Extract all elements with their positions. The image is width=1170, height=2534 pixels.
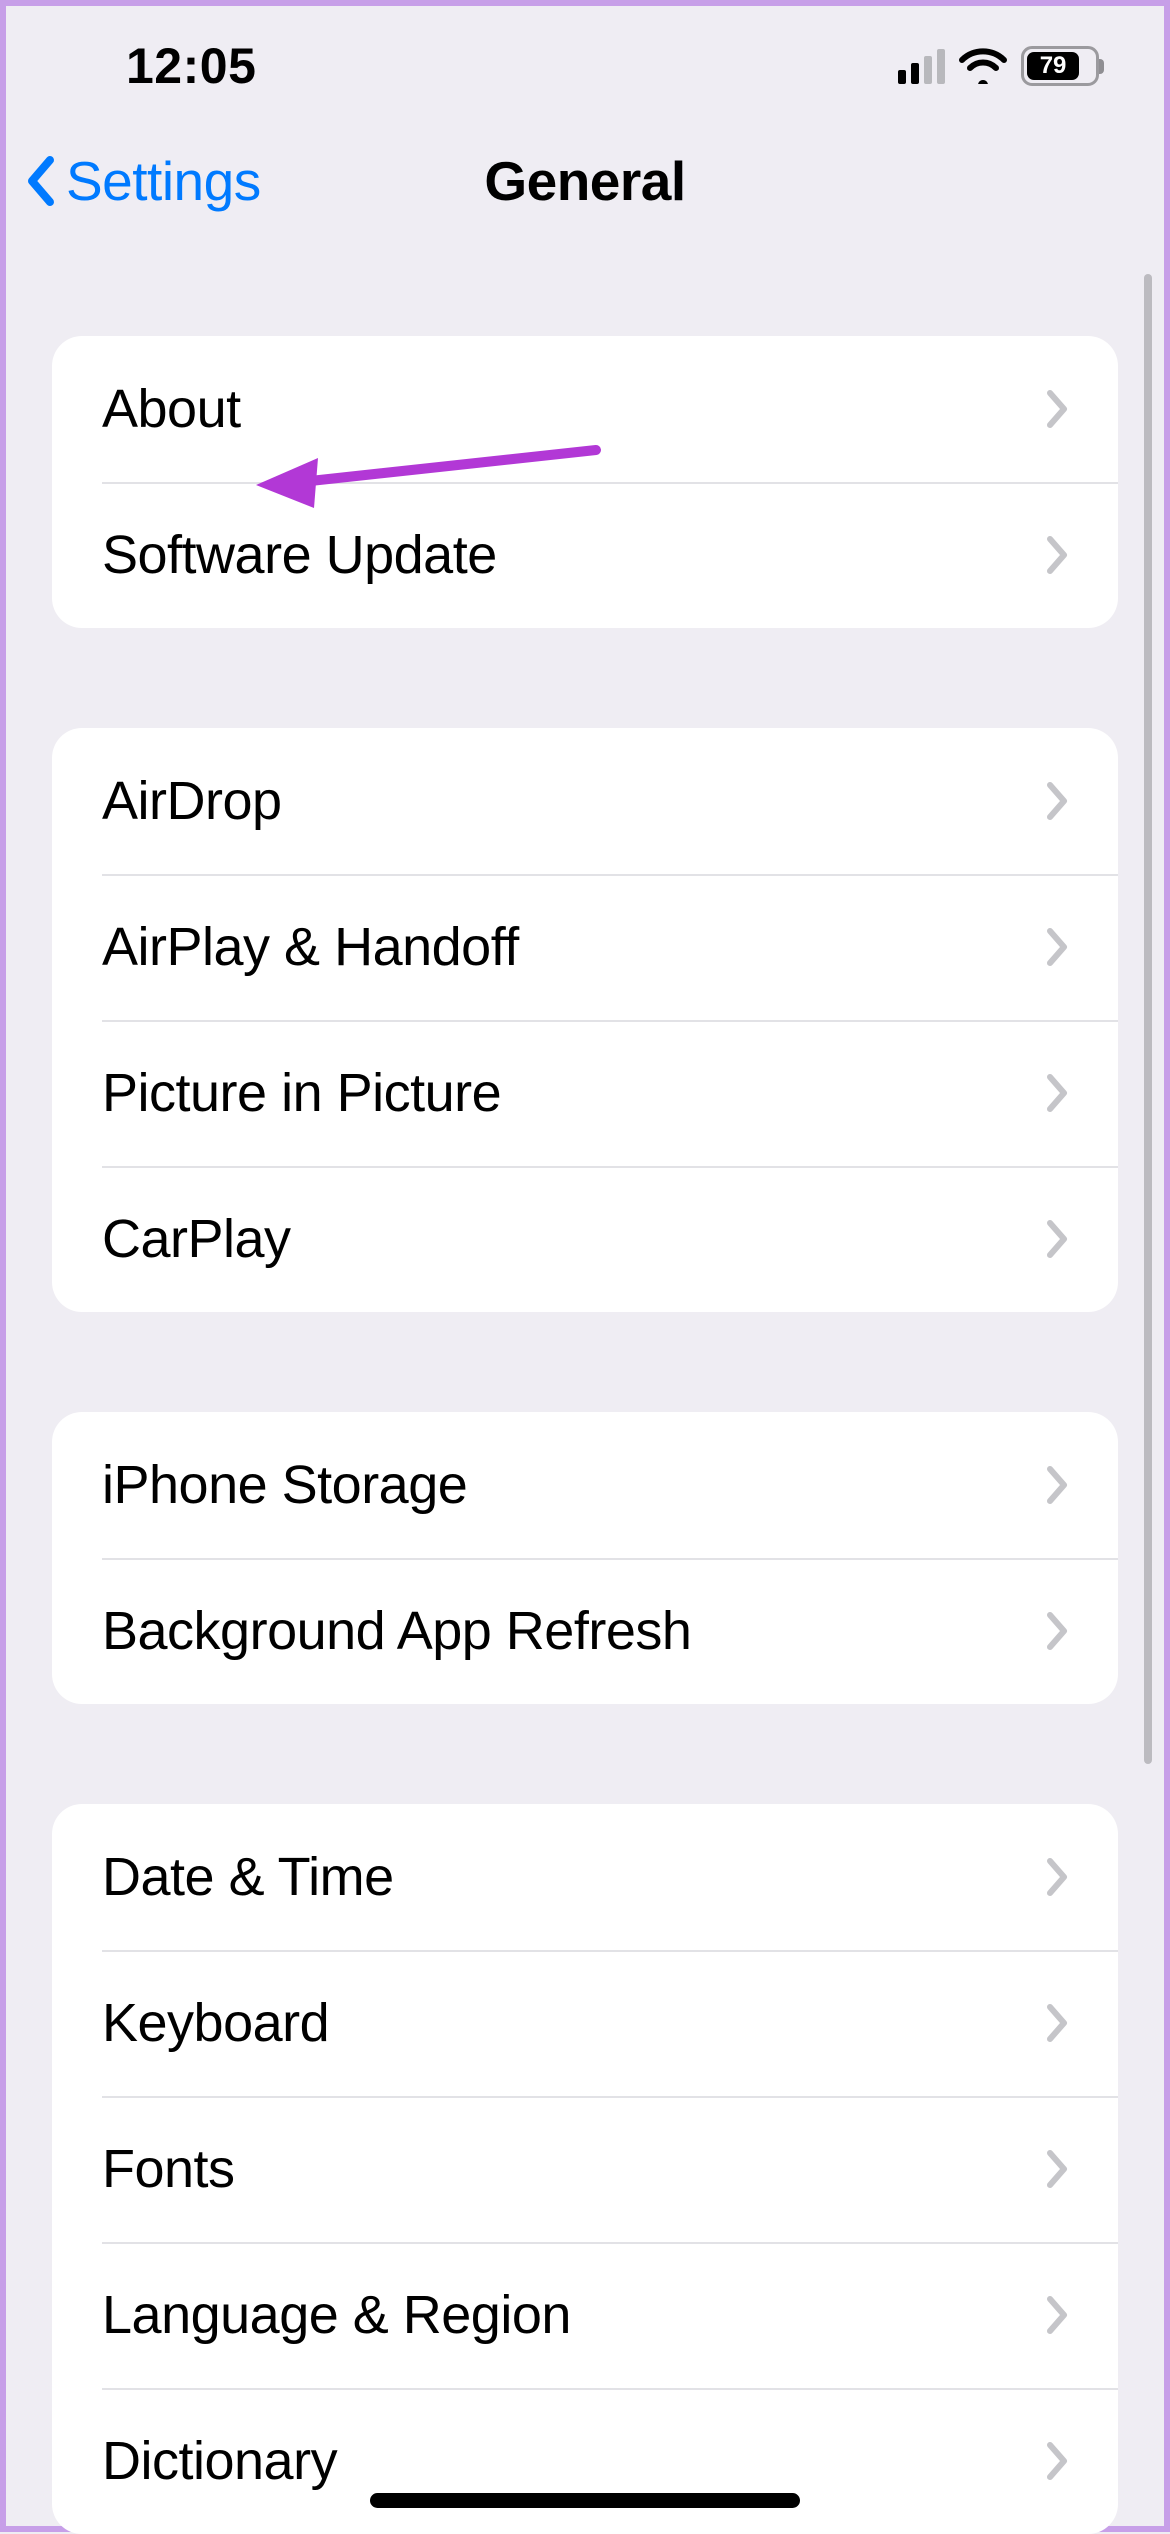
row-label: Software Update: [102, 524, 1046, 586]
cellular-signal-icon: [898, 49, 945, 84]
row-label: iPhone Storage: [102, 1454, 1046, 1516]
chevron-right-icon: [1046, 1073, 1070, 1113]
settings-group: Date & Time Keyboard Fonts Language & Re…: [52, 1804, 1118, 2534]
chevron-right-icon: [1046, 389, 1070, 429]
row-label: Keyboard: [102, 1992, 1046, 2054]
row-label: Fonts: [102, 2138, 1046, 2200]
chevron-right-icon: [1046, 2441, 1070, 2481]
status-bar: 12:05 79: [6, 6, 1164, 126]
row-keyboard[interactable]: Keyboard: [52, 1950, 1118, 2096]
row-label: AirPlay & Handoff: [102, 916, 1046, 978]
chevron-right-icon: [1046, 535, 1070, 575]
row-airplay-handoff[interactable]: AirPlay & Handoff: [52, 874, 1118, 1020]
chevron-right-icon: [1046, 1465, 1070, 1505]
row-background-app-refresh[interactable]: Background App Refresh: [52, 1558, 1118, 1704]
row-carplay[interactable]: CarPlay: [52, 1166, 1118, 1312]
wifi-icon: [959, 48, 1007, 84]
back-button[interactable]: Settings: [24, 126, 261, 236]
status-indicators: 79: [898, 46, 1104, 86]
row-about[interactable]: About: [52, 336, 1118, 482]
chevron-right-icon: [1046, 2149, 1070, 2189]
row-date-time[interactable]: Date & Time: [52, 1804, 1118, 1950]
battery-percent: 79: [1040, 52, 1067, 80]
row-label: Dictionary: [102, 2430, 1046, 2492]
chevron-right-icon: [1046, 2003, 1070, 2043]
row-label: AirDrop: [102, 770, 1046, 832]
settings-group: About Software Update: [52, 336, 1118, 628]
row-fonts[interactable]: Fonts: [52, 2096, 1118, 2242]
settings-group: AirDrop AirPlay & Handoff Picture in Pic…: [52, 728, 1118, 1312]
row-airdrop[interactable]: AirDrop: [52, 728, 1118, 874]
chevron-right-icon: [1046, 1219, 1070, 1259]
chevron-right-icon: [1046, 1611, 1070, 1651]
chevron-right-icon: [1046, 2295, 1070, 2335]
row-label: Date & Time: [102, 1846, 1046, 1908]
row-label: About: [102, 378, 1046, 440]
row-label: CarPlay: [102, 1208, 1046, 1270]
battery-icon: 79: [1021, 46, 1104, 86]
settings-group: iPhone Storage Background App Refresh: [52, 1412, 1118, 1704]
row-label: Picture in Picture: [102, 1062, 1046, 1124]
row-picture-in-picture[interactable]: Picture in Picture: [52, 1020, 1118, 1166]
scrollbar[interactable]: [1144, 274, 1152, 1764]
row-dictionary[interactable]: Dictionary: [52, 2388, 1118, 2534]
row-software-update[interactable]: Software Update: [52, 482, 1118, 628]
chevron-right-icon: [1046, 781, 1070, 821]
back-label: Settings: [66, 149, 261, 213]
row-iphone-storage[interactable]: iPhone Storage: [52, 1412, 1118, 1558]
row-language-region[interactable]: Language & Region: [52, 2242, 1118, 2388]
home-indicator[interactable]: [370, 2493, 800, 2508]
navigation-bar: Settings General: [6, 126, 1164, 236]
chevron-right-icon: [1046, 1857, 1070, 1897]
chevron-left-icon: [24, 154, 58, 208]
chevron-right-icon: [1046, 927, 1070, 967]
settings-list[interactable]: About Software Update AirDrop AirPlay & …: [6, 236, 1164, 2534]
row-label: Language & Region: [102, 2284, 1046, 2346]
row-label: Background App Refresh: [102, 1600, 1046, 1662]
status-time: 12:05: [126, 37, 256, 95]
